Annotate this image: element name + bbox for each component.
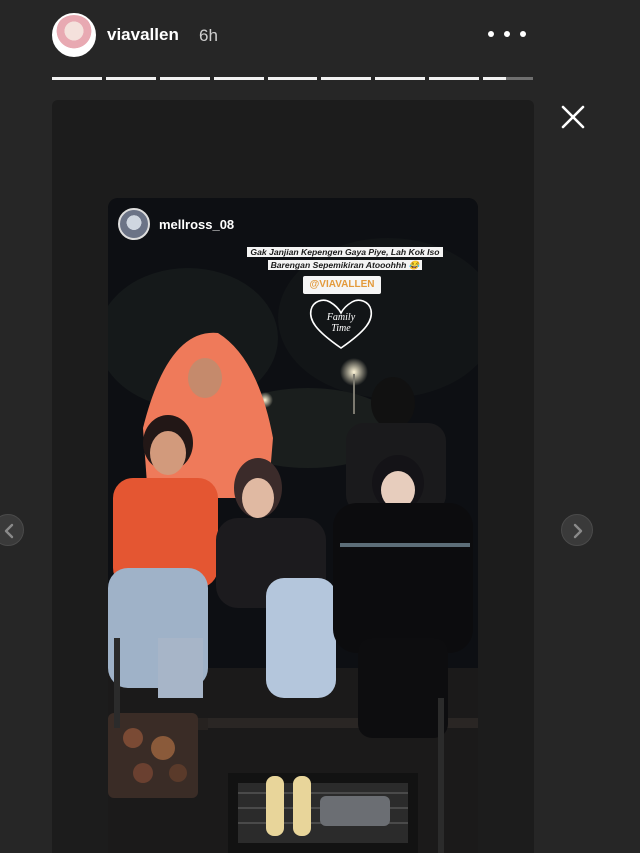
- progress-fill: [213, 77, 264, 80]
- chevron-left-icon[interactable]: [0, 514, 24, 546]
- progress-segment: [429, 77, 480, 80]
- story-viewer: viavallen 6h mellross_08 Gak Janjian Kep…: [0, 0, 640, 853]
- dot: [520, 31, 526, 37]
- progress-segment: [267, 77, 318, 80]
- poster-username[interactable]: mellross_08: [159, 217, 234, 232]
- poster-avatar-icon[interactable]: [118, 208, 150, 240]
- story-username[interactable]: viavallen: [107, 25, 179, 45]
- progress-segment: [375, 77, 426, 80]
- close-icon[interactable]: [556, 100, 590, 134]
- progress-segment: [159, 77, 210, 80]
- story-time: 6h: [199, 26, 218, 45]
- progress-fill: [375, 77, 426, 80]
- dot: [504, 31, 510, 37]
- story-progress-bar: [52, 77, 534, 81]
- progress-segment: [213, 77, 264, 80]
- progress-segment: [52, 77, 102, 80]
- progress-fill: [105, 77, 156, 80]
- mention-sticker[interactable]: @VIAVALLEN: [303, 276, 381, 294]
- story-photo[interactable]: [108, 198, 478, 853]
- progress-fill: [483, 77, 506, 80]
- progress-fill: [52, 77, 102, 80]
- progress-segment: [105, 77, 156, 80]
- more-options-icon[interactable]: [488, 22, 526, 46]
- user-avatar-icon[interactable]: [52, 13, 96, 57]
- dot: [488, 31, 494, 37]
- story-caption: Gak Janjian Kepengen Gaya Piye, Lah Kok …: [229, 246, 461, 272]
- family-time-heart-sticker: Family Time: [309, 299, 373, 349]
- progress-segment: [321, 77, 372, 80]
- caption-text: Gak Janjian Kepengen Gaya Piye, Lah Kok …: [247, 247, 443, 270]
- progress-segment: [483, 77, 534, 80]
- sticker-text: Family Time: [326, 312, 356, 334]
- progress-fill: [321, 77, 372, 80]
- progress-fill: [429, 77, 480, 80]
- progress-fill: [267, 77, 318, 80]
- progress-fill: [159, 77, 210, 80]
- chevron-right-icon[interactable]: [561, 514, 593, 546]
